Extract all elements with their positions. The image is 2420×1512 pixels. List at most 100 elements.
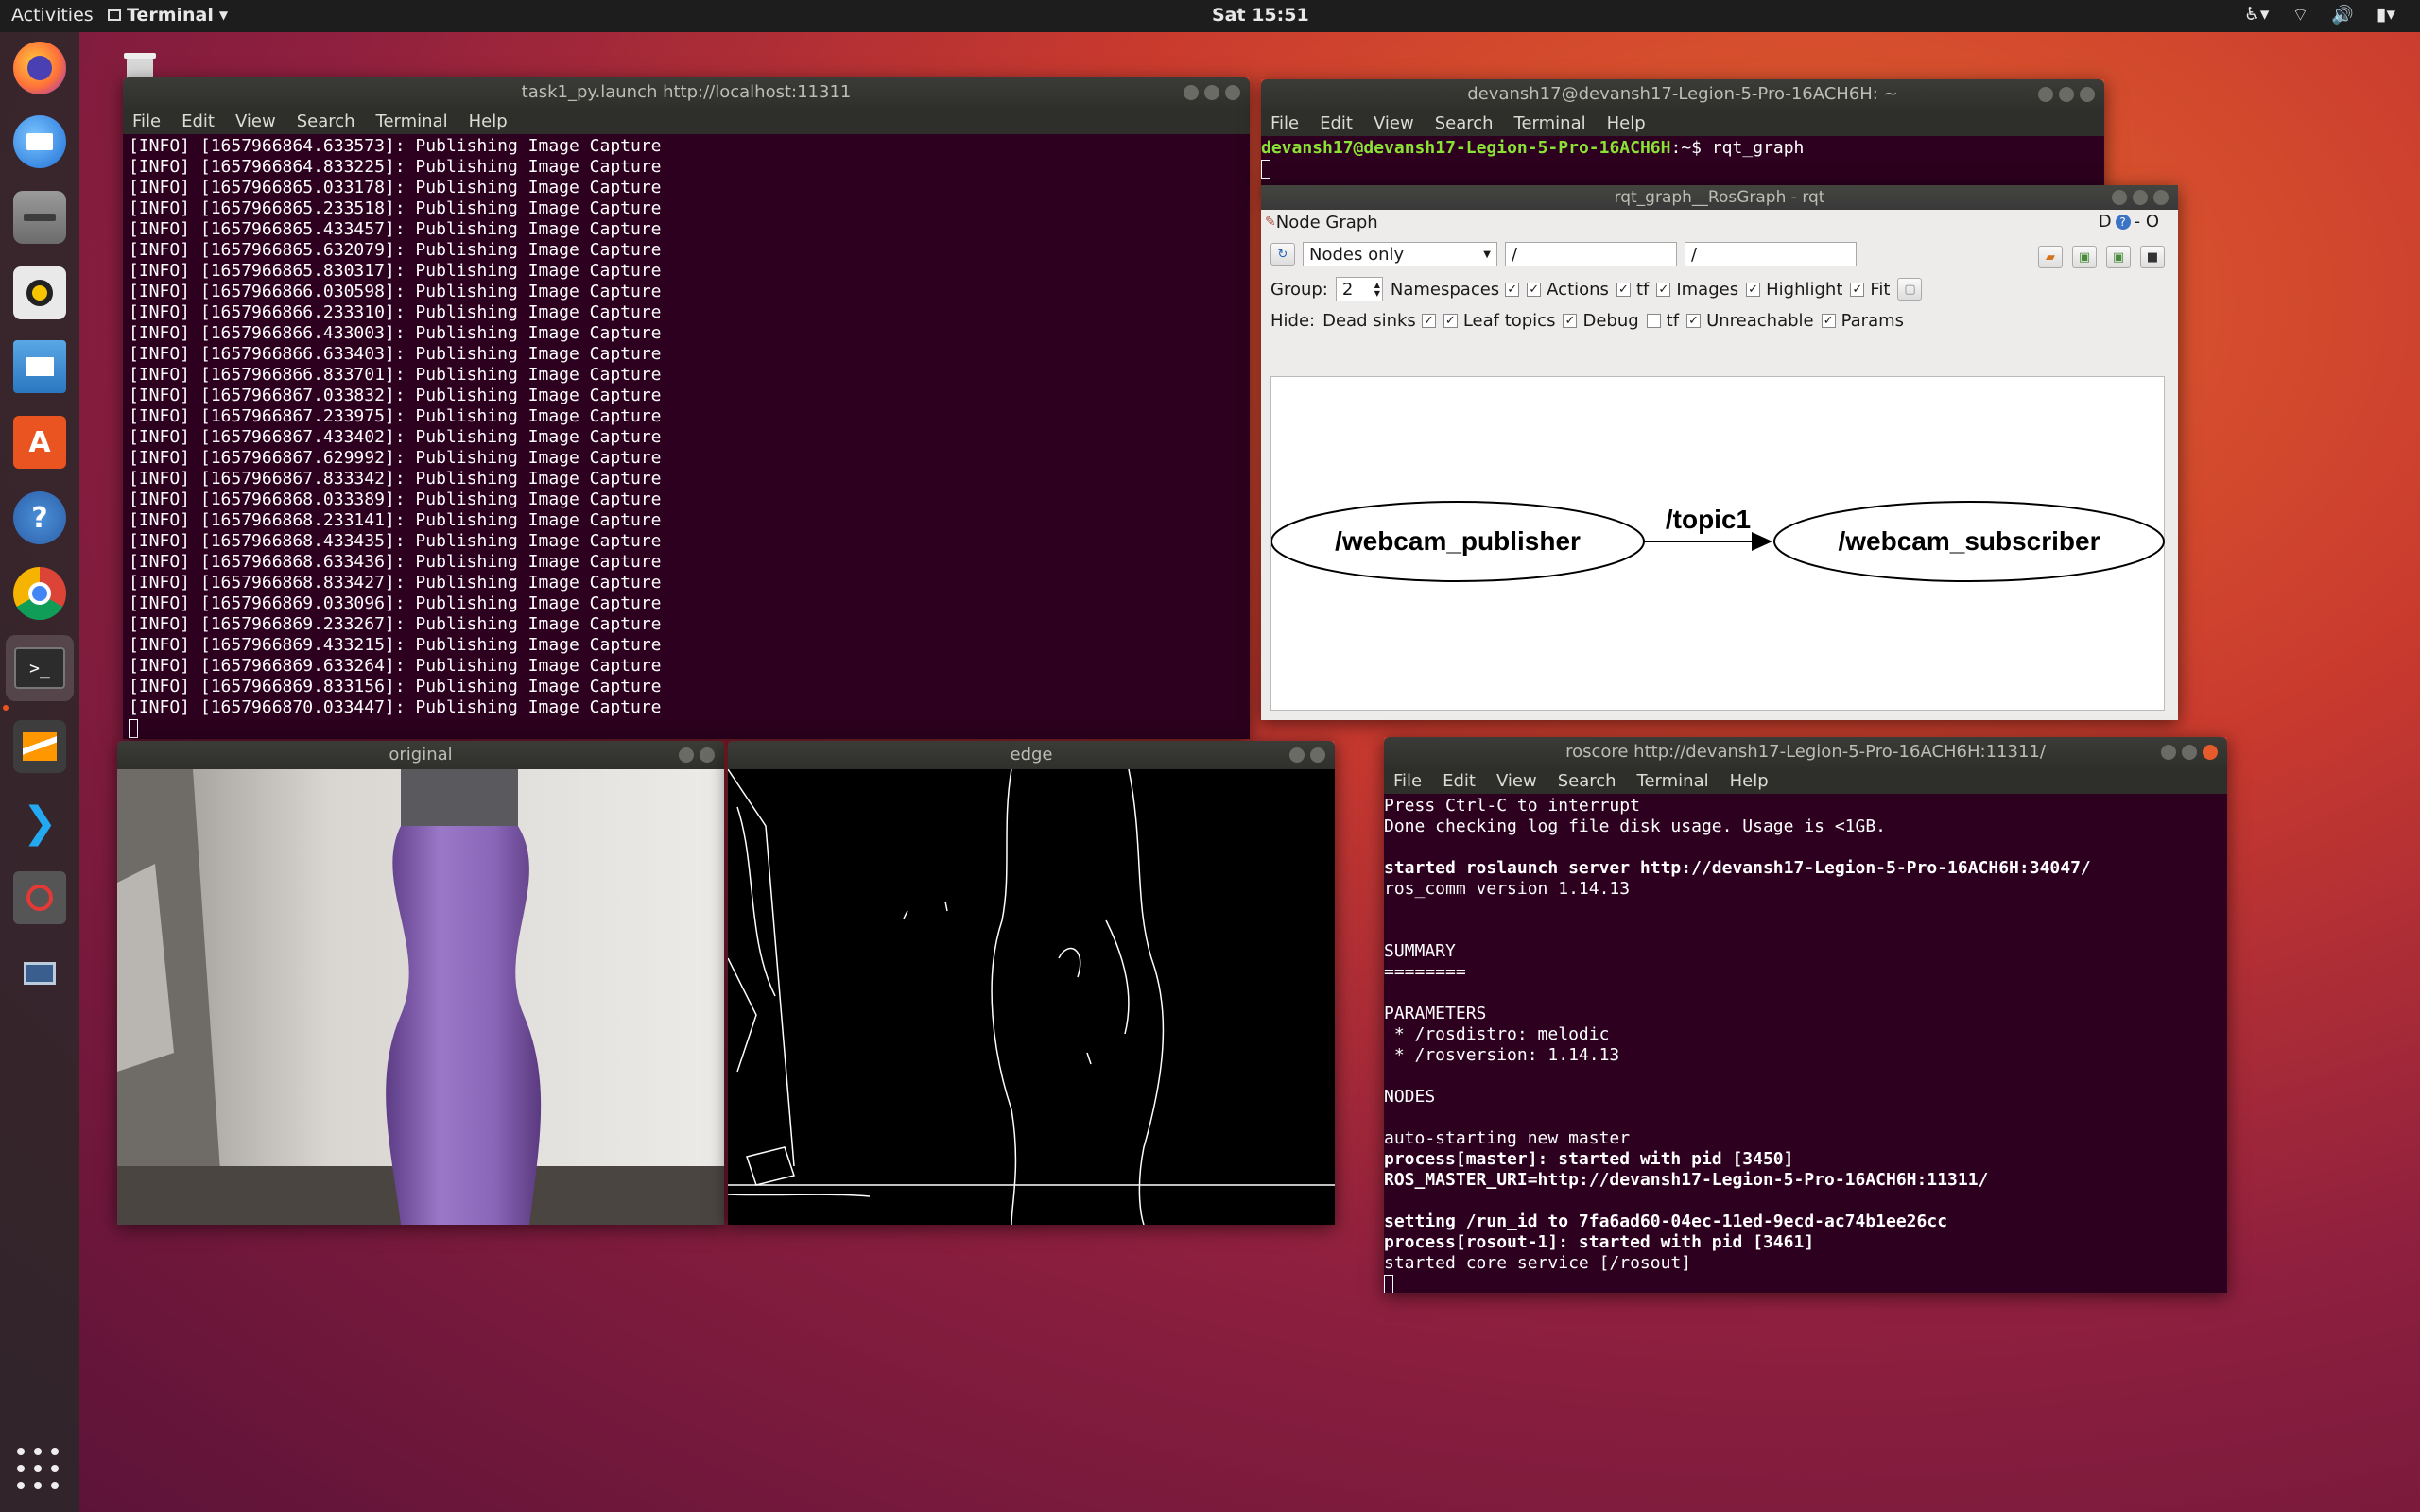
terminal-output[interactable]: [INFO] [1657966864.633573]: Publishing I…	[123, 134, 1250, 739]
maximize-button[interactable]	[1204, 85, 1219, 100]
minimize-button[interactable]	[1184, 85, 1199, 100]
window-titlebar[interactable]: rqt_graph__RosGraph - rqt	[1261, 185, 2178, 210]
mode-select[interactable]: Nodes only ▼	[1303, 242, 1497, 266]
checkbox-icon[interactable]	[1646, 314, 1661, 328]
window-titlebar[interactable]: roscore http://devansh17-Legion-5-Pro-16…	[1384, 737, 2227, 767]
menu-item-edit[interactable]: Edit	[1443, 771, 1476, 791]
load-dot-icon[interactable]: ▰	[2038, 246, 2063, 268]
accessibility-icon[interactable]: ♿▾	[2244, 4, 2270, 26]
highlight-options-icon[interactable]: ▢	[1897, 278, 1923, 301]
original-image-window[interactable]: original	[117, 741, 724, 1225]
window-titlebar[interactable]: edge	[728, 741, 1335, 769]
firefox-icon[interactable]	[13, 42, 66, 94]
terminal-icon[interactable]: >_	[6, 635, 74, 701]
chrome-icon[interactable]	[13, 567, 66, 620]
menu-item-view[interactable]: View	[1496, 771, 1537, 791]
menu-item-terminal[interactable]: Terminal	[1637, 771, 1709, 791]
checkbox-icon[interactable]: ✓	[1527, 282, 1542, 297]
close-button[interactable]	[2080, 87, 2095, 102]
menu-item-search[interactable]: Search	[1558, 771, 1616, 791]
close-button[interactable]	[1310, 747, 1325, 763]
maximize-button[interactable]	[2059, 87, 2074, 102]
menu-item-file[interactable]: File	[132, 112, 161, 131]
sublime-icon[interactable]	[13, 720, 66, 773]
battery-icon[interactable]: ▮▾	[2377, 4, 2395, 26]
blocked-app-icon[interactable]	[13, 871, 66, 924]
node-filter-input[interactable]: /	[1505, 242, 1677, 266]
option-actions[interactable]: ✓ Actions	[1527, 280, 1609, 300]
save-dot-icon[interactable]: ▣	[2072, 246, 2097, 268]
menu-item-search[interactable]: Search	[1435, 113, 1494, 133]
menu-item-file[interactable]: File	[1393, 771, 1422, 791]
minimize-button[interactable]	[2112, 190, 2127, 205]
minimize-button[interactable]	[2038, 87, 2053, 102]
window-titlebar[interactable]: original	[117, 741, 724, 769]
menu-item-view[interactable]: View	[1374, 113, 1414, 133]
edge-image-window[interactable]: edge	[728, 741, 1335, 1225]
checkbox-icon[interactable]: ✓	[1616, 282, 1631, 297]
close-button[interactable]	[2203, 745, 2218, 760]
menu-item-terminal[interactable]: Terminal	[376, 112, 448, 131]
refresh-icon[interactable]: ↻	[1270, 243, 1295, 266]
rqt-graph-window[interactable]: rqt_graph__RosGraph - rqt ✎ Node Graph D…	[1261, 185, 2178, 720]
volume-icon[interactable]: 🔊	[2331, 4, 2354, 26]
terminal-output[interactable]: Press Ctrl-C to interrupt Done checking l…	[1384, 794, 2227, 1293]
option-highlight[interactable]: ✓ Highlight	[1746, 280, 1842, 300]
window-titlebar[interactable]: task1_py.launch http://localhost:11311	[123, 77, 1250, 108]
menu-item-terminal[interactable]: Terminal	[1514, 113, 1586, 133]
option-tf[interactable]: ✓ tf	[1616, 280, 1649, 300]
activities-button[interactable]: Activities	[11, 5, 94, 26]
files-icon[interactable]	[13, 191, 66, 244]
app-menu[interactable]: Terminal ▼	[108, 5, 228, 26]
remote-desktop-icon[interactable]	[13, 947, 66, 1000]
menu-item-view[interactable]: View	[235, 112, 276, 131]
checkbox-icon[interactable]: ✓	[1746, 282, 1761, 297]
wifi-icon[interactable]: ⌔	[2291, 4, 2308, 26]
menu-item-edit[interactable]: Edit	[182, 112, 215, 131]
checkbox-icon[interactable]: ✓	[1656, 282, 1671, 297]
save-svg-icon[interactable]: ▣	[2106, 246, 2131, 268]
show-applications-icon[interactable]	[17, 1448, 60, 1491]
close-plugin-button[interactable]: - O	[2135, 212, 2159, 232]
clock[interactable]: Sat 15:51	[1212, 5, 1309, 26]
option-images[interactable]: ✓ Images	[1656, 280, 1738, 300]
option-unreachable[interactable]: ✓ Unreachable	[1686, 311, 1814, 331]
software-center-icon[interactable]: A	[13, 416, 66, 469]
menu-item-help[interactable]: Help	[1607, 113, 1646, 133]
save-image-icon[interactable]: ■	[2140, 246, 2165, 268]
option-tf[interactable]: tf	[1646, 311, 1679, 331]
window-titlebar[interactable]: devansh17@devansh17-Legion-5-Pro-16ACH6H…	[1261, 79, 2104, 110]
maximize-button[interactable]	[2133, 190, 2148, 205]
dock-toggle-button[interactable]: D	[2099, 212, 2112, 232]
menu-item-help[interactable]: Help	[1730, 771, 1769, 791]
rhythmbox-icon[interactable]	[13, 266, 66, 319]
topic-filter-input[interactable]: /	[1685, 242, 1857, 266]
graph-canvas[interactable]: /webcam_publisher /topic1 /webcam_subscr…	[1270, 376, 2165, 711]
close-button[interactable]	[2153, 190, 2169, 205]
minimize-button[interactable]	[679, 747, 694, 763]
option-fit[interactable]: ✓ Fit	[1850, 280, 1890, 300]
checkbox-icon[interactable]: ✓	[1686, 314, 1702, 328]
terminal-output[interactable]: devansh17@devansh17-Legion-5-Pro-16ACH6H…	[1261, 136, 2104, 193]
menu-item-help[interactable]: Help	[469, 112, 508, 131]
libreoffice-impress-icon[interactable]	[13, 340, 66, 393]
group-spinbox[interactable]: 2 ▲ ▼	[1335, 277, 1383, 301]
menu-item-file[interactable]: File	[1270, 113, 1299, 133]
option-leaf-topics[interactable]: ✓ Leaf topics	[1443, 311, 1555, 331]
minimize-button[interactable]	[2161, 745, 2176, 760]
thunderbird-icon[interactable]	[13, 115, 66, 168]
menu-item-edit[interactable]: Edit	[1320, 113, 1353, 133]
minimize-button[interactable]	[1289, 747, 1305, 763]
close-button[interactable]	[700, 747, 715, 763]
checkbox-icon[interactable]: ✓	[1421, 314, 1436, 328]
menu-item-search[interactable]: Search	[297, 112, 355, 131]
vscode-icon[interactable]: ❯	[13, 796, 66, 849]
help-icon[interactable]: ?	[13, 491, 66, 544]
option-namespaces[interactable]: Namespaces ✓	[1391, 280, 1520, 300]
option-params[interactable]: ✓ Params	[1821, 311, 1904, 331]
checkbox-icon[interactable]: ✓	[1505, 282, 1520, 297]
roscore-terminal-window[interactable]: roscore http://devansh17-Legion-5-Pro-16…	[1384, 737, 2227, 1293]
maximize-button[interactable]	[2182, 745, 2197, 760]
launch-terminal-window[interactable]: task1_py.launch http://localhost:11311 F…	[123, 77, 1250, 739]
checkbox-icon[interactable]: ✓	[1850, 282, 1865, 297]
